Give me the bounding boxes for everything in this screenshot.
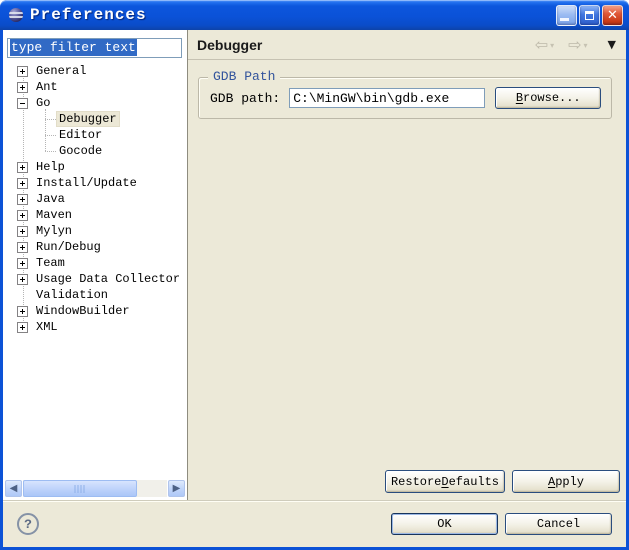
window-title: Preferences (30, 6, 147, 24)
expand-plus-icon[interactable] (17, 226, 28, 237)
minimize-button[interactable] (556, 5, 577, 26)
gdb-path-label: GDB path: (210, 91, 280, 106)
cancel-button[interactable]: Cancel (505, 513, 612, 535)
tree-item-label: Java (33, 191, 68, 207)
group-title: GDB Path (208, 69, 280, 84)
tree-item-mylyn[interactable]: Mylyn (3, 223, 187, 239)
tree-item-run-debug[interactable]: Run/Debug (3, 239, 187, 255)
view-menu-icon[interactable]: ▼ (608, 38, 616, 51)
tree-item-help[interactable]: Help (3, 159, 187, 175)
browse-button[interactable]: Browse... (495, 87, 601, 109)
forward-arrow-icon[interactable]: ⇨ (568, 37, 581, 53)
tree-item-label: Go (33, 95, 53, 111)
scroll-left-arrow-icon[interactable]: ◀ (5, 480, 22, 497)
tree-item-editor[interactable]: Editor (3, 127, 187, 143)
tree-item-label: XML (33, 319, 61, 335)
tree-item-debugger[interactable]: Debugger (3, 111, 187, 127)
tree-item-label: Ant (33, 79, 61, 95)
close-button[interactable]: ✕ (602, 5, 623, 26)
tree-item-label: Usage Data Collector (33, 271, 183, 287)
tree-item-team[interactable]: Team (3, 255, 187, 271)
expand-plus-icon[interactable] (17, 162, 28, 173)
tree-item-label: Run/Debug (33, 239, 104, 255)
tree-connector-stub (45, 135, 56, 136)
tree-item-label: Team (33, 255, 68, 271)
tree-item-windowbuilder[interactable]: WindowBuilder (3, 303, 187, 319)
restore-defaults-button[interactable]: Restore Defaults (385, 470, 505, 493)
tree-connector-stub (45, 151, 56, 152)
tree-item-label: Maven (33, 207, 75, 223)
scroll-right-arrow-icon[interactable]: ▶ (168, 480, 185, 497)
back-arrow-icon[interactable]: ⇦ (535, 37, 548, 53)
title-bar[interactable]: Preferences ✕ (0, 0, 629, 30)
tree-item-install-update[interactable]: Install/Update (3, 175, 187, 191)
tree-item-ant[interactable]: Ant (3, 79, 187, 95)
expand-plus-icon[interactable] (17, 82, 28, 93)
tree-item-label: Editor (56, 127, 105, 143)
scrollbar-track[interactable] (23, 480, 167, 497)
expand-plus-icon[interactable] (17, 306, 28, 317)
expand-plus-icon[interactable] (17, 242, 28, 253)
preferences-sidebar: type filter text GeneralAntGoDebuggerEdi… (3, 30, 188, 500)
expand-plus-icon[interactable] (17, 322, 28, 333)
apply-button[interactable]: Apply (512, 470, 620, 493)
page-action-row: Restore Defaults Apply (188, 470, 626, 500)
gdb-path-group: GDB Path GDB path: Browse... (198, 77, 612, 119)
tree-item-gocode[interactable]: Gocode (3, 143, 187, 159)
tree-item-usage-data-collector[interactable]: Usage Data Collector (3, 271, 187, 287)
tree-item-java[interactable]: Java (3, 191, 187, 207)
help-button[interactable]: ? (17, 513, 39, 535)
forward-dropdown-icon[interactable]: ▾ (584, 41, 588, 50)
scrollbar-thumb[interactable] (23, 480, 137, 497)
expand-plus-icon[interactable] (17, 274, 28, 285)
tree-item-label: Help (33, 159, 68, 175)
tree-connector-stub (45, 119, 56, 120)
maximize-button[interactable] (579, 5, 600, 26)
preferences-tree: GeneralAntGoDebuggerEditorGocodeHelpInst… (3, 63, 187, 480)
tree-item-validation[interactable]: Validation (3, 287, 187, 303)
tree-item-label: Debugger (56, 111, 120, 127)
tree-item-xml[interactable]: XML (3, 319, 187, 335)
tree-item-label: WindowBuilder (33, 303, 133, 319)
gdb-path-input[interactable] (289, 88, 485, 108)
minimize-icon (560, 18, 569, 21)
page-title: Debugger (197, 37, 262, 53)
eclipse-logo-icon (8, 7, 24, 23)
question-mark-icon: ? (24, 517, 32, 532)
back-dropdown-icon[interactable]: ▾ (550, 41, 554, 50)
expand-plus-icon[interactable] (17, 210, 28, 221)
tree-item-label: General (33, 63, 89, 79)
tree-item-go[interactable]: Go (3, 95, 187, 111)
expand-plus-icon[interactable] (17, 66, 28, 77)
filter-text-value: type filter text (10, 39, 137, 56)
preference-page: Debugger ⇦ ▾ ⇨ ▾ ▼ GDB Path GDB path (188, 30, 626, 500)
horizontal-scrollbar[interactable]: ◀ ▶ (5, 480, 185, 497)
expand-plus-icon[interactable] (17, 258, 28, 269)
expand-plus-icon[interactable] (17, 194, 28, 205)
dialog-button-bar: ? OK Cancel (3, 500, 626, 547)
page-body: GDB Path GDB path: Browse... (188, 60, 626, 470)
tree-item-maven[interactable]: Maven (3, 207, 187, 223)
expand-plus-icon[interactable] (17, 178, 28, 189)
preferences-dialog: Preferences ✕ type filter text GeneralAn… (0, 0, 629, 550)
tree-item-label: Gocode (56, 143, 105, 159)
maximize-icon (585, 11, 594, 20)
filter-text-input[interactable]: type filter text (7, 38, 182, 58)
tree-item-label: Validation (33, 287, 111, 303)
scrollbar-gripper-icon (74, 485, 85, 493)
close-icon: ✕ (607, 9, 618, 22)
tree-item-label: Mylyn (33, 223, 75, 239)
collapse-minus-icon[interactable] (17, 98, 28, 109)
ok-button[interactable]: OK (391, 513, 498, 535)
tree-item-general[interactable]: General (3, 63, 187, 79)
tree-item-label: Install/Update (33, 175, 140, 191)
page-header: Debugger ⇦ ▾ ⇨ ▾ ▼ (188, 30, 626, 60)
